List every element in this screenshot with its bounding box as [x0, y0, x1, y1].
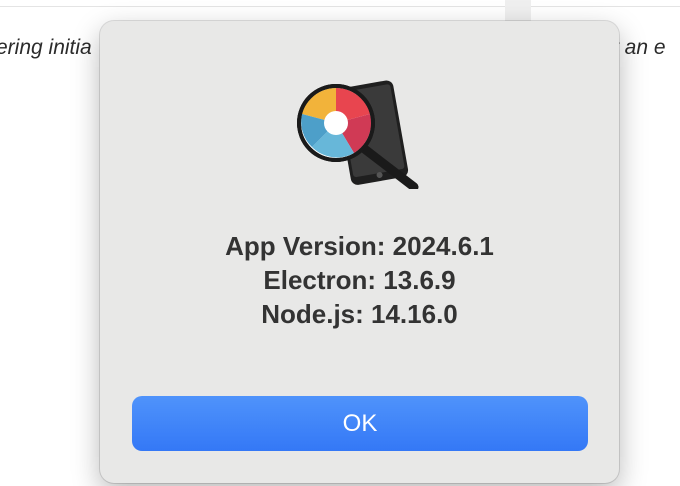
electron-version-text: Electron: 13.6.9 [263, 265, 456, 295]
background-text-right: t an e [613, 36, 666, 59]
background-scrollbar [505, 0, 531, 22]
about-dialog: App Version: 2024.6.1 Electron: 13.6.9 N… [100, 21, 619, 483]
magnifier-phone-app-icon [297, 80, 419, 189]
version-info: App Version: 2024.6.1 Electron: 13.6.9 N… [100, 229, 619, 331]
background-text-left: ering initia [0, 36, 92, 59]
ok-button[interactable]: OK [132, 396, 588, 451]
node-version-text: Node.js: 14.16.0 [261, 299, 458, 329]
app-version-text: App Version: 2024.6.1 [225, 231, 494, 261]
background-divider [0, 6, 680, 7]
